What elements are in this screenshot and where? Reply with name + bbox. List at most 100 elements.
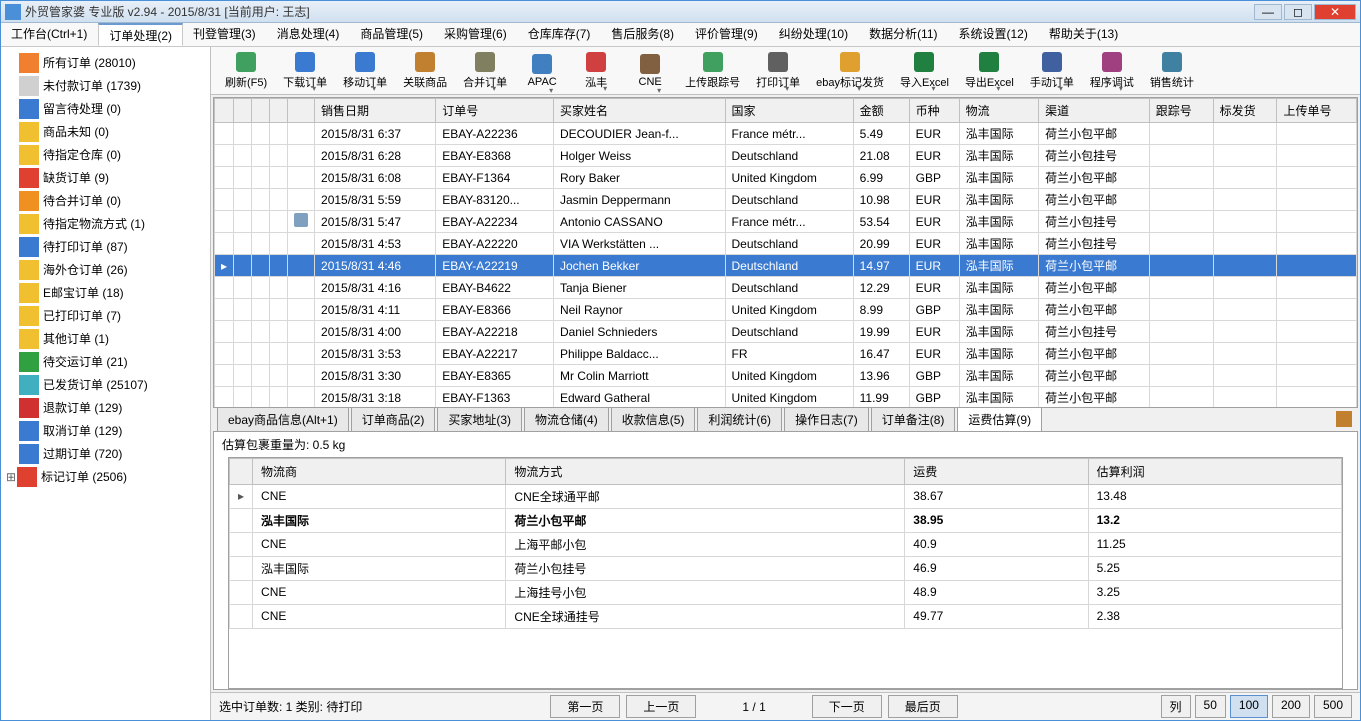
menu-tab-11[interactable]: 系统设置(12)	[949, 23, 1039, 46]
toolbar-print[interactable]: 打印订单	[750, 50, 806, 92]
toolbar-upload[interactable]: 上传跟踪号	[679, 50, 746, 92]
order-grid[interactable]: 销售日期订单号买家姓名国家金额币种物流渠道跟踪号标发货上传单号2015/8/31…	[213, 97, 1358, 408]
est-column-header[interactable]: 运费	[905, 458, 1088, 484]
subtab-7[interactable]: 订单备注(8)	[871, 407, 956, 431]
sidebar-item-8[interactable]: 待打印订单 (87)	[1, 235, 210, 258]
menu-tab-9[interactable]: 纠纷处理(10)	[769, 23, 859, 46]
column-header[interactable]: 渠道	[1039, 99, 1150, 123]
subtab-8[interactable]: 运费估算(9)	[957, 407, 1042, 431]
menu-tab-0[interactable]: 工作台(Ctrl+1)	[1, 23, 98, 46]
page-size-500[interactable]: 500	[1314, 695, 1352, 718]
table-row[interactable]: 2015/8/31 4:11EBAY-E8366Neil RaynorUnite…	[215, 299, 1357, 321]
table-row[interactable]: 2015/8/31 3:30EBAY-E8365Mr Colin Marriot…	[215, 365, 1357, 387]
sidebar-item-2[interactable]: 留言待处理 (0)	[1, 97, 210, 120]
toolbar-link[interactable]: 关联商品	[397, 50, 453, 92]
column-header[interactable]: 金额	[853, 99, 909, 123]
est-row[interactable]: 泓丰国际荷兰小包平邮38.9513.2	[230, 508, 1342, 532]
table-row[interactable]: 2015/8/31 3:18EBAY-F1363Edward GatheralU…	[215, 387, 1357, 408]
table-row[interactable]: 2015/8/31 4:16EBAY-B4622Tanja BienerDeut…	[215, 277, 1357, 299]
pager-button[interactable]: 第一页	[550, 695, 620, 718]
column-header[interactable]: 跟踪号	[1149, 99, 1213, 123]
est-row[interactable]: CNE上海平邮小包40.911.25	[230, 532, 1342, 556]
sidebar-item-17[interactable]: 过期订单 (720)	[1, 442, 210, 465]
menu-tab-5[interactable]: 采购管理(6)	[434, 23, 518, 46]
expand-icon[interactable]: ⊞	[5, 470, 17, 484]
menu-tab-12[interactable]: 帮助关于(13)	[1039, 23, 1129, 46]
toolbar-stats[interactable]: 销售统计	[1144, 50, 1200, 92]
sidebar-item-7[interactable]: 待指定物流方式 (1)	[1, 212, 210, 235]
subtab-3[interactable]: 物流仓储(4)	[524, 407, 609, 431]
menu-tab-2[interactable]: 刊登管理(3)	[183, 23, 267, 46]
pager-button[interactable]: 下一页	[812, 695, 882, 718]
menu-tab-4[interactable]: 商品管理(5)	[350, 23, 434, 46]
menu-tab-10[interactable]: 数据分析(11)	[859, 23, 948, 46]
table-row[interactable]: 2015/8/31 5:47EBAY-A22234Antonio CASSANO…	[215, 211, 1357, 233]
sidebar-item-6[interactable]: 待合并订单 (0)	[1, 189, 210, 212]
menu-tab-8[interactable]: 评价管理(9)	[685, 23, 769, 46]
subtab-5[interactable]: 利润统计(6)	[697, 407, 782, 431]
sidebar-item-12[interactable]: 其他订单 (1)	[1, 327, 210, 350]
menu-tab-6[interactable]: 仓库库存(7)	[518, 23, 602, 46]
toolbar-move[interactable]: 移动订单	[337, 50, 393, 92]
table-row[interactable]: 2015/8/31 6:28EBAY-E8368Holger WeissDeut…	[215, 145, 1357, 167]
sidebar-item-10[interactable]: E邮宝订单 (18)	[1, 281, 210, 304]
column-header[interactable]: 币种	[909, 99, 959, 123]
column-header[interactable]: 国家	[725, 99, 853, 123]
sidebar-item-14[interactable]: 已发货订单 (25107)	[1, 373, 210, 396]
toolbar-ship[interactable]: 泓丰	[571, 50, 621, 92]
column-header[interactable]: 物流	[959, 99, 1038, 123]
est-column-header[interactable]: 物流商	[253, 458, 506, 484]
page-size-200[interactable]: 200	[1272, 695, 1310, 718]
book-icon[interactable]	[1336, 411, 1352, 427]
table-row[interactable]: 2015/8/31 5:59EBAY-83120...Jasmin Depper…	[215, 189, 1357, 211]
est-column-header[interactable]: 估算利润	[1088, 458, 1341, 484]
subtab-1[interactable]: 订单商品(2)	[351, 407, 436, 431]
column-header[interactable]: 买家姓名	[553, 99, 725, 123]
menu-tab-7[interactable]: 售后服务(8)	[601, 23, 685, 46]
menu-tab-1[interactable]: 订单处理(2)	[98, 23, 183, 46]
table-row[interactable]: 2015/8/31 6:37EBAY-A22236DECOUDIER Jean-…	[215, 123, 1357, 145]
column-button[interactable]: 列	[1161, 695, 1191, 718]
sidebar-item-16[interactable]: 取消订单 (129)	[1, 419, 210, 442]
toolbar-globe[interactable]: APAC	[517, 52, 567, 90]
pager-button[interactable]: 上一页	[626, 695, 696, 718]
est-column-header[interactable]: 物流方式	[506, 458, 905, 484]
subtab-4[interactable]: 收款信息(5)	[611, 407, 696, 431]
table-row[interactable]: ▸2015/8/31 4:46EBAY-A22219Jochen BekkerD…	[215, 255, 1357, 277]
toolbar-cne[interactable]: CNE	[625, 52, 675, 90]
page-size-100[interactable]: 100	[1230, 695, 1268, 718]
toolbar-refresh[interactable]: 刷新(F5)	[219, 50, 273, 92]
toolbar-excel[interactable]: 导入Excel	[894, 50, 955, 92]
sidebar-item-9[interactable]: 海外仓订单 (26)	[1, 258, 210, 281]
table-row[interactable]: 2015/8/31 3:53EBAY-A22217Philippe Baldac…	[215, 343, 1357, 365]
table-row[interactable]: 2015/8/31 6:08EBAY-F1364Rory BakerUnited…	[215, 167, 1357, 189]
subtab-2[interactable]: 买家地址(3)	[437, 407, 522, 431]
toolbar-merge[interactable]: 合并订单	[457, 50, 513, 92]
sidebar-item-13[interactable]: 待交运订单 (21)	[1, 350, 210, 373]
close-button[interactable]: ✕	[1314, 4, 1356, 20]
column-header[interactable]: 订单号	[436, 99, 554, 123]
est-row[interactable]: CNECNE全球通挂号49.772.38	[230, 604, 1342, 628]
maximize-button[interactable]: ◻	[1284, 4, 1312, 20]
table-row[interactable]: 2015/8/31 4:00EBAY-A22218Daniel Schniede…	[215, 321, 1357, 343]
minimize-button[interactable]: —	[1254, 4, 1282, 20]
toolbar-dl[interactable]: 下载订单	[277, 50, 333, 92]
sidebar-item-18[interactable]: ⊞标记订单 (2506)	[1, 465, 210, 488]
toolbar-ebay[interactable]: ebay标记发货	[810, 50, 890, 92]
table-row[interactable]: 2015/8/31 4:53EBAY-A22220VIA Werkstätten…	[215, 233, 1357, 255]
sidebar-item-4[interactable]: 待指定仓库 (0)	[1, 143, 210, 166]
est-row[interactable]: ▸CNECNE全球通平邮38.6713.48	[230, 484, 1342, 508]
est-row[interactable]: 泓丰国际荷兰小包挂号46.95.25	[230, 556, 1342, 580]
pager-button[interactable]: 最后页	[888, 695, 958, 718]
column-header[interactable]: 上传单号	[1277, 99, 1357, 123]
toolbar-excel[interactable]: 导出Excel	[959, 50, 1020, 92]
estimate-grid[interactable]: 物流商物流方式运费估算利润▸CNECNE全球通平邮38.6713.48泓丰国际荷…	[228, 457, 1343, 689]
subtab-6[interactable]: 操作日志(7)	[784, 407, 869, 431]
sidebar-item-15[interactable]: 退款订单 (129)	[1, 396, 210, 419]
sidebar-item-5[interactable]: 缺货订单 (9)	[1, 166, 210, 189]
toolbar-hand[interactable]: 手动订单	[1024, 50, 1080, 92]
sidebar-item-11[interactable]: 已打印订单 (7)	[1, 304, 210, 327]
toolbar-debug[interactable]: 程序调试	[1084, 50, 1140, 92]
page-size-50[interactable]: 50	[1195, 695, 1226, 718]
menu-tab-3[interactable]: 消息处理(4)	[267, 23, 351, 46]
